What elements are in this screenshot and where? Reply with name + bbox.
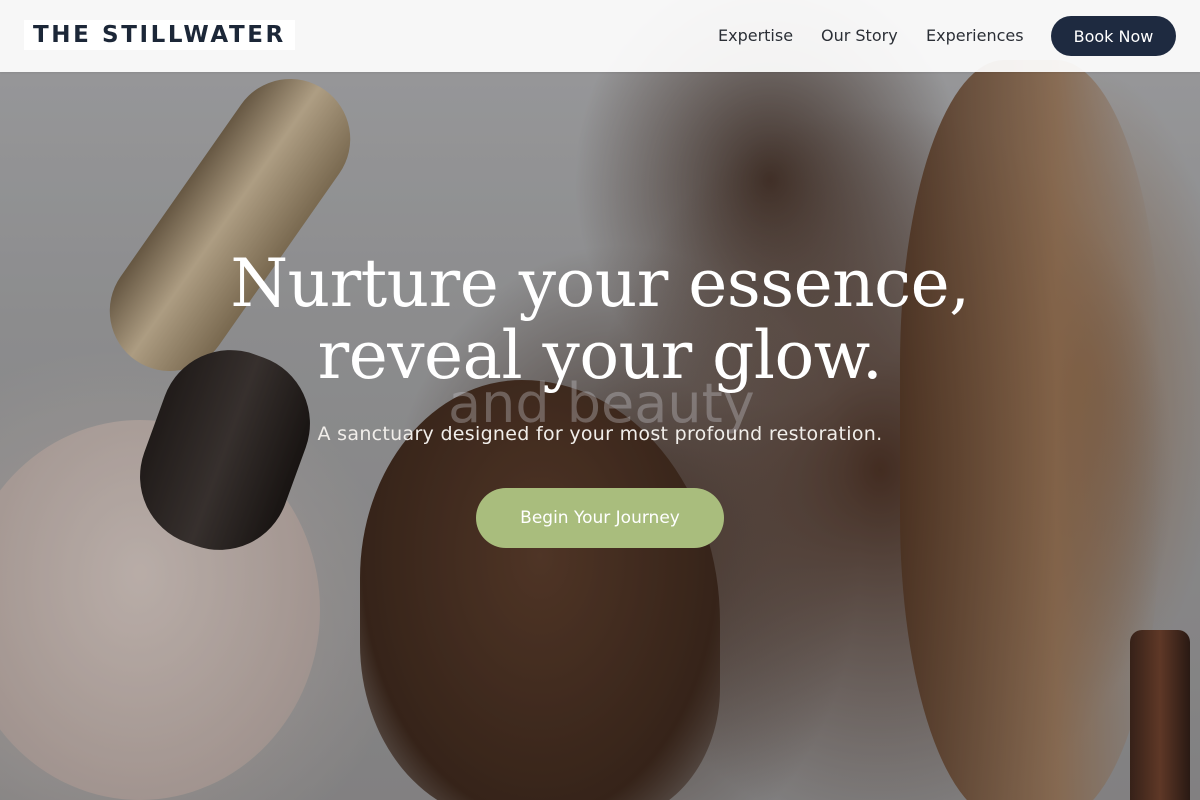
brand-logo[interactable]: THE STILLWATER — [24, 20, 295, 50]
hero-headline: Nurture your essence, reveal your glow. — [230, 245, 970, 394]
nav-link-expertise[interactable]: Expertise — [718, 26, 793, 45]
nav-link-experiences[interactable]: Experiences — [926, 26, 1024, 45]
site-header: THE STILLWATER Expertise Our Story Exper… — [0, 0, 1200, 72]
begin-journey-button[interactable]: Begin Your Journey — [476, 488, 724, 548]
nav-link-our-story[interactable]: Our Story — [821, 26, 898, 45]
hero-subtitle: A sanctuary designed for your most profo… — [317, 423, 883, 445]
book-now-button[interactable]: Book Now — [1051, 16, 1176, 56]
